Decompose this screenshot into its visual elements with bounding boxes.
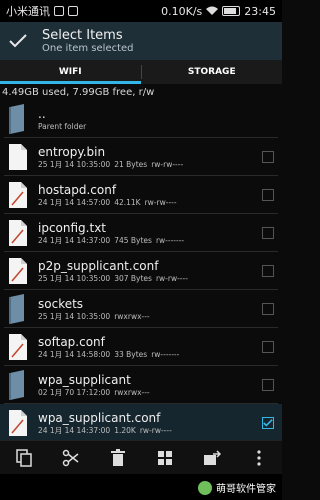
config-file-icon	[9, 258, 27, 284]
grid-icon	[157, 450, 172, 465]
tab-wifi[interactable]: WIFI	[0, 60, 141, 84]
list-item-hostapd-conf[interactable]: hostapd.conf 24 1月 14 14:57:00 42.11K rw-r…	[0, 176, 282, 214]
list-item-sockets[interactable]: sockets 25 1月 14 10:35:00 rwxrwx---	[0, 290, 282, 328]
file-meta: 24 1月 14 14:57:00 42.11K rw-rw----	[38, 197, 177, 207]
delete-icon	[110, 448, 125, 466]
file-name: wpa_supplicant	[38, 372, 131, 387]
bottom-action-bar	[0, 440, 282, 474]
carrier-label: 小米通讯	[6, 5, 50, 18]
select-checkbox-checked[interactable]	[262, 417, 274, 429]
select-checkbox[interactable]	[262, 151, 274, 163]
file-name: ..	[38, 106, 46, 121]
list-item-entropy-bin[interactable]: entropy.bin 25 1月 14 10:35:00 21 Bytes rw-…	[0, 138, 282, 176]
notification-icon	[54, 6, 64, 16]
file-meta: Parent folder	[38, 121, 87, 131]
file-name: hostapd.conf	[38, 182, 117, 197]
storage-info: 4.49GB used, 7.99GB free, r/w	[2, 87, 155, 98]
selection-title: Select Items	[42, 27, 123, 43]
checkmark-icon	[9, 34, 27, 48]
tab-storage[interactable]: STORAGE	[142, 60, 283, 84]
cut-icon	[62, 449, 78, 466]
status-bar: 小米通讯 0.10K/s 23:45	[0, 0, 282, 22]
config-file-icon	[9, 410, 27, 436]
file-name: ipconfig.txt	[38, 220, 106, 235]
file-meta: 25 1月 14 10:35:00 rwxrwx---	[38, 311, 150, 321]
folder-icon	[9, 104, 24, 134]
folder-icon	[9, 294, 24, 324]
move-icon	[203, 449, 221, 465]
list-item-ipconfig-txt[interactable]: ipconfig.txt 24 1月 14 14:37:00 745 Bytes r…	[0, 214, 282, 252]
clock: 23:45	[244, 4, 276, 18]
list-item-p2p-supplicant-conf[interactable]: p2p_supplicant.conf 25 1月 14 10:35:00 307…	[0, 252, 282, 290]
file-name: softap.conf	[38, 334, 105, 349]
more-button[interactable]	[244, 443, 274, 473]
config-file-icon	[9, 334, 27, 360]
copy-button[interactable]	[9, 443, 39, 473]
select-checkbox[interactable]	[262, 303, 274, 315]
file-meta: 24 1月 14 14:37:00 1.20K rw-rw----	[38, 425, 172, 435]
image-notification-icon	[68, 6, 78, 16]
select-checkbox[interactable]	[262, 189, 274, 201]
checkmark-icon	[263, 419, 273, 427]
tab-bar: WIFI STORAGE	[0, 60, 282, 84]
battery-icon	[222, 6, 241, 16]
selection-subtitle: One item selected	[42, 42, 134, 54]
select-checkbox[interactable]	[262, 379, 274, 391]
move-button[interactable]	[197, 443, 227, 473]
file-name: sockets	[38, 296, 84, 311]
wechat-logo-icon	[198, 480, 212, 495]
config-file-icon	[9, 182, 27, 208]
selection-action-bar: Select Items One item selected	[0, 22, 282, 60]
watermark: 萌哥软件管家	[198, 480, 276, 495]
config-file-icon	[9, 220, 27, 246]
net-speed: 0.10K/s	[161, 4, 203, 18]
cut-button[interactable]	[56, 443, 86, 473]
file-name: p2p_supplicant.conf	[38, 258, 159, 273]
file-name: entropy.bin	[38, 144, 106, 159]
list-item-wpa-supplicant-conf[interactable]: wpa_supplicant.conf 24 1月 14 14:37:00 1.2…	[0, 404, 282, 442]
file-meta: 02 1月 70 17:12:00 rwxrwx---	[38, 387, 150, 397]
delete-button[interactable]	[103, 443, 133, 473]
done-button[interactable]	[0, 22, 36, 60]
copy-icon	[15, 448, 32, 467]
folder-icon	[9, 370, 24, 400]
select-checkbox[interactable]	[262, 227, 274, 239]
more-icon	[256, 449, 261, 466]
list-item-softap-conf[interactable]: softap.conf 24 1月 14 14:58:00 33 Bytes rw-…	[0, 328, 282, 366]
select-checkbox[interactable]	[262, 341, 274, 353]
file-icon	[9, 144, 27, 170]
file-name: wpa_supplicant.conf	[38, 410, 161, 425]
file-meta: 25 1月 14 10:35:00 21 Bytes rw-rw----	[38, 159, 184, 169]
list-item-parent-folder[interactable]: .. Parent folder	[0, 100, 282, 138]
file-meta: 25 1月 14 10:35:00 307 Bytes rw-rw----	[38, 273, 188, 283]
select-checkbox[interactable]	[262, 265, 274, 277]
list-item-wpa-supplicant[interactable]: wpa_supplicant 02 1月 70 17:12:00 rwxrwx--…	[0, 366, 282, 404]
select-all-button[interactable]	[150, 443, 180, 473]
file-meta: 24 1月 14 14:58:00 33 Bytes rw-------	[38, 349, 180, 359]
wifi-signal-icon	[206, 6, 219, 15]
file-meta: 24 1月 14 14:37:00 745 Bytes rw-------	[38, 235, 185, 245]
